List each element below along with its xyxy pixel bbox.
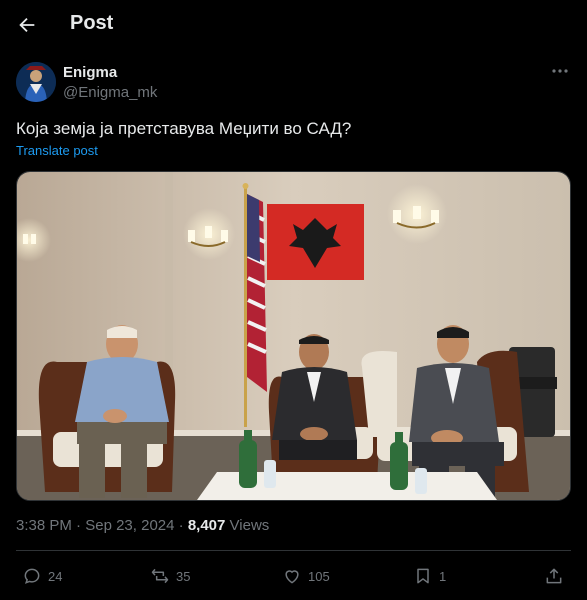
top-bar: Post [0, 0, 587, 50]
post-photo[interactable] [16, 171, 571, 501]
post-timestamp: 3:38 PM · Sep 23, 2024 · 8,407 Views [16, 517, 269, 534]
post-date[interactable]: Sep 23, 2024 [85, 517, 174, 534]
author-handle[interactable]: @Enigma_mk [63, 84, 157, 101]
translate-post-link[interactable]: Translate post [16, 143, 98, 158]
avatar[interactable] [16, 62, 56, 102]
views-count: 8,407 [187, 517, 226, 534]
bookmark-count: 1 [439, 568, 447, 584]
heart-icon [285, 570, 299, 584]
bookmark-button[interactable]: 1 [413, 565, 446, 587]
views-label: Views [229, 517, 270, 534]
repost-count: 35 [176, 568, 191, 584]
share-button[interactable] [544, 565, 564, 587]
share-icon [546, 568, 562, 584]
meta-separator: · [178, 517, 184, 534]
repost-button[interactable]: 35 [150, 565, 190, 587]
page-title: Post [70, 12, 114, 34]
post-text: Која земја ја претставува Меџити во САД? [16, 119, 352, 138]
post-time[interactable]: 3:38 PM [16, 517, 72, 534]
bookmark-icon [417, 568, 429, 584]
reply-bubble-icon [24, 568, 40, 584]
photo-illustration [17, 172, 570, 500]
repost-icon [151, 568, 169, 584]
arrow-left-icon[interactable] [16, 14, 38, 36]
like-button[interactable]: 105 [282, 565, 330, 587]
meta-separator: · [76, 517, 82, 534]
avatar-image [16, 62, 56, 102]
divider [16, 550, 571, 551]
reply-count: 24 [48, 568, 63, 584]
author-name[interactable]: Enigma [63, 64, 117, 81]
reply-button[interactable]: 24 [22, 565, 62, 587]
like-count: 105 [308, 568, 330, 584]
more-horizontal-icon[interactable] [550, 64, 570, 78]
